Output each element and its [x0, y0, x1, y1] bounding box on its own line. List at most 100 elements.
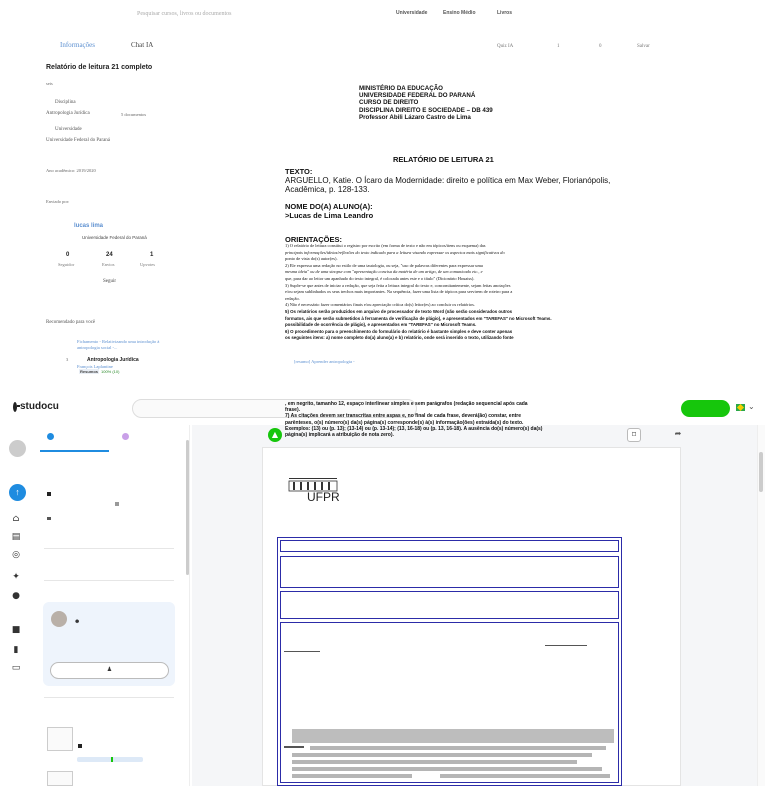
- overlay-text: , em negrito, tamanho 12, espaço interli…: [285, 401, 635, 438]
- uploader-name[interactable]: lucas lima: [74, 223, 103, 229]
- academic-year: Ano acadêmico: 2019/2020: [46, 168, 96, 173]
- doc-meta-dot: [115, 502, 119, 506]
- form-row-3: [280, 591, 619, 619]
- texto-label: TEXTO:: [285, 167, 313, 176]
- library-icon[interactable]: ▤: [10, 532, 22, 542]
- stat-upvotes-value: 1: [150, 252, 154, 258]
- uploader-avatar[interactable]: [51, 611, 67, 627]
- ufpr-logo: UFPR: [287, 474, 343, 504]
- user-avatar[interactable]: [9, 440, 26, 457]
- recommended-item-2-number: 3: [66, 357, 69, 362]
- follow-button-top[interactable]: Seguir: [103, 279, 116, 284]
- report-title: RELATÓRIO DE LEITURA 21: [393, 155, 494, 164]
- overlay-line: página(s) implicará a atribuição de nota…: [285, 432, 394, 439]
- blurred-line: [292, 774, 412, 778]
- blurred-line: [284, 746, 304, 748]
- blurred-line: [310, 746, 606, 750]
- doc-year-icon: [47, 517, 51, 520]
- form-row-1: [280, 540, 619, 552]
- active-tab-indicator: [40, 450, 109, 452]
- pdf-header: MINISTÉRIO DA EDUCAÇÃO UNIVERSIDADE FEDE…: [359, 85, 493, 121]
- orientacoes-text: 1) O relatório de leitura constitui o re…: [285, 243, 615, 342]
- ai-chat-icon[interactable]: ✦: [10, 572, 22, 582]
- recommended-item-3[interactable]: [resumo] Aprender antropologia -: [294, 359, 355, 364]
- recommended-item-1[interactable]: Fichamento - Relativizando uma introduçã…: [77, 339, 177, 351]
- quiz-ia-button[interactable]: Quiz IA: [497, 44, 513, 49]
- discipline-link[interactable]: Antropologia Jurídica: [46, 111, 90, 116]
- tab-chat-ia[interactable]: Chat IA: [131, 41, 153, 49]
- search-placeholder-text[interactable]: Pesquisar cursos, livros ou documentos: [137, 11, 232, 17]
- orient-line: mesma ideia" ou de uma sinopse com "apre…: [285, 269, 483, 275]
- discipline-label: Disciplina: [55, 100, 76, 105]
- chevron-down-icon[interactable]: ⌄: [748, 402, 755, 411]
- stat-followers-value: 0: [66, 252, 70, 258]
- recommended-item-2-title[interactable]: Antropologia Jurídica: [87, 357, 139, 363]
- blurred-text: [292, 729, 614, 743]
- orient-line: 4) Não é necessário fazer comentários fi…: [285, 302, 475, 308]
- form-report-box: [280, 622, 619, 783]
- nav-ensino-medio[interactable]: Ensino Médio: [443, 10, 476, 16]
- stat-uploads-value: 24: [106, 252, 113, 258]
- document-title: Relatório de leitura 21 completo: [46, 64, 153, 71]
- nav-livros[interactable]: Livros: [497, 10, 512, 16]
- info-tab-icon[interactable]: [47, 433, 54, 440]
- recommended-heading: Recomendado para você: [46, 320, 96, 325]
- orient-line: 6) O procedimento para o preenchimento d…: [285, 328, 513, 334]
- recommended-thumbnail[interactable]: [47, 727, 73, 751]
- side-divider: [44, 697, 174, 698]
- texto-reference: ARGUELLO, Katie. O Ícaro da Modernidade:…: [285, 176, 611, 194]
- nav-universidade[interactable]: Universidade: [396, 10, 427, 16]
- university-link[interactable]: Universidade Federal do Paraná: [46, 138, 110, 143]
- orient-line: redação.: [285, 295, 300, 301]
- stat-uploads-label: Envios: [102, 262, 115, 267]
- home-icon[interactable]: ⌂: [10, 514, 22, 524]
- chat-tab-icon[interactable]: [122, 433, 129, 440]
- courses-icon[interactable]: ▭: [10, 663, 22, 673]
- recommended-title-bullet: [78, 744, 82, 748]
- orient-line: ponto de vista do(s) autor(es).: [285, 256, 338, 262]
- book-icon[interactable]: ▮: [10, 645, 22, 655]
- recommended-thumbnail-2[interactable]: [47, 771, 73, 786]
- side-panel-scrollbar[interactable]: [186, 440, 189, 575]
- pdf-header-line-3: CURSO DE DIREITO: [359, 99, 419, 107]
- dislike-count[interactable]: 0: [599, 44, 602, 49]
- studocu-logo[interactable]: studocu: [13, 401, 59, 412]
- viewer-scrollbar-thumb[interactable]: [759, 452, 763, 492]
- follow-button[interactable]: ♟: [50, 662, 169, 679]
- orient-line: formatos, ais que serão submetidos à fer…: [285, 315, 552, 321]
- blurred-line: [292, 767, 602, 771]
- orient-line: principais informações/ideias/reflexões …: [285, 249, 505, 255]
- recommended-item-2-rating: 100% (10): [101, 369, 120, 374]
- studocu-logo-icon: [13, 401, 20, 412]
- pdf-header-line-5: Professor Abili Lázaro Castro de Lima: [359, 113, 471, 121]
- orient-line: 2) Ele expressa uma redação no estilo de…: [285, 262, 483, 268]
- premium-button[interactable]: [681, 400, 730, 417]
- form-underline: [545, 645, 587, 646]
- brazil-flag-icon[interactable]: [736, 404, 745, 411]
- like-count[interactable]: 1: [557, 44, 560, 49]
- globe-icon[interactable]: ◎: [10, 550, 22, 560]
- orient-line: que, para dar ao leitor um apanhado do t…: [285, 275, 475, 281]
- share-icon[interactable]: ➦: [671, 428, 685, 442]
- discipline-docs-count: 5 documentos: [121, 112, 147, 117]
- quiz-icon[interactable]: ●: [10, 591, 22, 601]
- blurred-line: [440, 774, 610, 778]
- university-label: Universidade: [55, 127, 82, 132]
- pdf-header-line-1: MINISTÉRIO DA EDUCAÇÃO: [359, 85, 443, 92]
- left-icon-bar: [0, 425, 30, 786]
- pdf-header-line-4: DISCIPLINA DIREITO E SOCIEDADE – DB 439: [359, 106, 493, 114]
- save-button[interactable]: Salvar: [637, 44, 650, 49]
- recommended-rating-bar: [77, 757, 143, 762]
- sent-by-label: Enviado por:: [46, 199, 70, 204]
- blurred-line: [292, 760, 577, 764]
- recommended-item-2-badge: Resumos: [79, 369, 100, 374]
- form-row-2: [280, 556, 619, 588]
- ai-summary-button[interactable]: ▲: [268, 428, 282, 442]
- upload-icon[interactable]: ↑: [9, 484, 26, 501]
- form-underline: [284, 651, 320, 652]
- document-type: seis: [46, 81, 53, 86]
- tab-informacoes[interactable]: Informações: [60, 41, 95, 49]
- doc-title-bullet: [47, 492, 51, 496]
- orient-line: 3) Supõe-se que antes de iniciar a redaç…: [285, 282, 511, 288]
- folder-icon[interactable]: ■: [10, 625, 22, 635]
